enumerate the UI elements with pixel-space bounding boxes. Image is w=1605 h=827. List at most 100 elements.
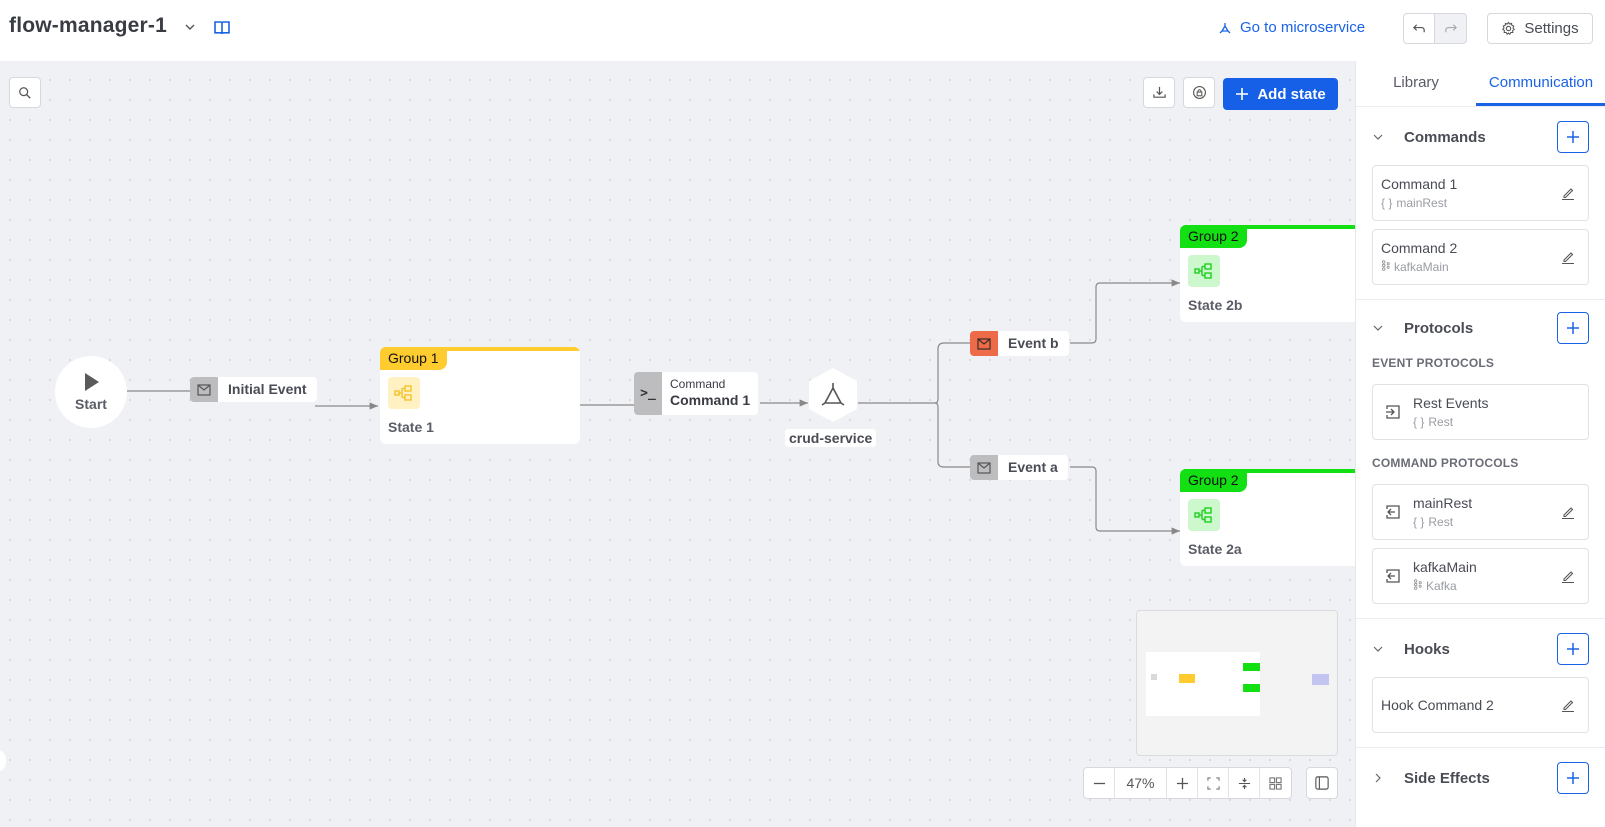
go-to-microservice-link[interactable]: Go to microservice xyxy=(1218,19,1365,36)
sidebar-icon xyxy=(1315,776,1329,790)
edit-hook-button[interactable] xyxy=(1548,698,1588,712)
command-protocol-item[interactable]: kafkaMain Kafka xyxy=(1372,548,1589,604)
add-state-label: Add state xyxy=(1257,85,1326,103)
command-protocol: kafkaMain xyxy=(1394,260,1449,274)
pencil-icon xyxy=(1562,700,1574,712)
fullscreen-icon xyxy=(1206,776,1220,790)
add-command-button[interactable] xyxy=(1557,121,1589,153)
state-label: State 2b xyxy=(1188,297,1243,313)
envelope-icon xyxy=(190,377,218,402)
edit-protocol-button[interactable] xyxy=(1548,505,1588,519)
command-protocol-item[interactable]: mainRest { } Rest xyxy=(1372,484,1589,540)
state-icon xyxy=(1188,499,1220,531)
redo-button[interactable] xyxy=(1435,13,1467,44)
lock-button[interactable] xyxy=(1183,77,1215,108)
command-name: Command 1 xyxy=(1381,176,1458,192)
chevron-down-icon[interactable] xyxy=(1372,322,1384,334)
logout-icon xyxy=(1373,504,1413,520)
minus-icon xyxy=(1093,782,1105,784)
braces-icon: { } xyxy=(1413,515,1425,529)
command-label: Command 1 xyxy=(670,392,751,408)
protocol-name: Rest Events xyxy=(1413,395,1489,411)
flow-canvas[interactable]: Add state Start Initial Event Group 1 St… xyxy=(0,61,1355,827)
tab-communication[interactable]: Communication xyxy=(1476,61,1605,106)
undo-redo-group xyxy=(1403,13,1467,44)
canvas-edge-handle[interactable] xyxy=(0,751,6,771)
communication-panel: Library Communication Commands Command 1… xyxy=(1355,61,1605,827)
kafka-icon xyxy=(1381,260,1390,274)
chevron-down-icon[interactable] xyxy=(1372,131,1384,143)
chevron-down-icon[interactable] xyxy=(1372,643,1384,655)
undo-icon xyxy=(1412,24,1425,33)
edge-microservice-to-event-b xyxy=(858,342,970,404)
envelope-icon xyxy=(970,455,998,480)
event-a-node[interactable]: Event a xyxy=(970,455,1068,480)
settings-button[interactable]: Settings xyxy=(1487,13,1593,44)
protocol-type: Rest xyxy=(1428,515,1454,529)
event-protocols-heading: EVENT PROTOCOLS xyxy=(1372,356,1495,370)
edge-event-a-to-state2a xyxy=(1070,466,1180,535)
minimap-node-state-2b xyxy=(1243,663,1260,671)
chevron-right-icon[interactable] xyxy=(1372,772,1384,784)
minimap-node-other xyxy=(1312,674,1329,685)
edit-command-button[interactable] xyxy=(1548,250,1588,264)
commands-section: Commands Command 1 { } mainRest Command 2… xyxy=(1356,107,1605,300)
plus-icon xyxy=(1236,88,1249,100)
add-hook-button[interactable] xyxy=(1557,633,1589,665)
state-label: State 1 xyxy=(388,419,434,435)
plus-icon xyxy=(1567,772,1579,784)
edit-command-button[interactable] xyxy=(1548,186,1588,200)
tab-library[interactable]: Library xyxy=(1356,61,1476,106)
commands-title: Commands xyxy=(1404,128,1486,146)
state-node-state-2a[interactable]: Group 2 State 2a xyxy=(1180,469,1355,566)
event-protocol-item[interactable]: Rest Events { } Rest xyxy=(1372,384,1589,440)
minimap-node-state-1 xyxy=(1179,674,1195,683)
state-icon xyxy=(1188,255,1220,287)
zoom-out-button[interactable] xyxy=(1084,768,1115,798)
hook-item[interactable]: Hook Command 2 xyxy=(1372,677,1589,733)
state-node-state-1[interactable]: Group 1 State 1 xyxy=(380,347,580,444)
zoom-in-button[interactable] xyxy=(1167,768,1198,798)
zoom-controls: 47% xyxy=(1083,767,1292,799)
command-item[interactable]: Command 1 { } mainRest xyxy=(1372,165,1589,221)
envelope-icon xyxy=(970,331,998,356)
add-side-effect-button[interactable] xyxy=(1557,762,1589,794)
microservice-node[interactable] xyxy=(808,367,858,423)
group-tag: Group 1 xyxy=(380,347,447,370)
add-protocol-button[interactable] xyxy=(1557,312,1589,344)
zoom-level: 47% xyxy=(1115,768,1167,798)
search-button[interactable] xyxy=(9,77,41,108)
undo-button[interactable] xyxy=(1403,13,1435,44)
add-state-button[interactable]: Add state xyxy=(1223,78,1338,110)
command-item[interactable]: Command 2 kafkaMain xyxy=(1372,229,1589,285)
pencil-icon xyxy=(1562,571,1574,583)
book-open-icon[interactable] xyxy=(213,19,231,37)
event-b-label: Event b xyxy=(1008,335,1059,351)
minimap[interactable] xyxy=(1136,610,1338,756)
download-button[interactable] xyxy=(1143,77,1175,108)
state-node-state-2b[interactable]: Group 2 State 2b xyxy=(1180,225,1355,322)
collapse-vertical-icon xyxy=(1238,777,1250,789)
plus-icon xyxy=(1567,643,1579,655)
flow-title[interactable]: flow-manager-1 xyxy=(9,14,167,38)
command-node[interactable]: >_ Command Command 1 xyxy=(634,372,759,415)
edit-protocol-button[interactable] xyxy=(1548,569,1588,583)
fit-view-button[interactable] xyxy=(1198,768,1229,798)
start-node[interactable]: Start xyxy=(55,356,127,428)
command-protocols-heading: COMMAND PROTOCOLS xyxy=(1372,456,1519,470)
grid-layout-button[interactable] xyxy=(1260,768,1291,798)
edge-microservice-to-event-a xyxy=(934,402,970,468)
command-protocol: mainRest xyxy=(1396,196,1448,210)
collapse-button[interactable] xyxy=(1229,768,1260,798)
edge-event-b-to-state2b xyxy=(1070,279,1180,344)
side-effects-title: Side Effects xyxy=(1404,769,1490,787)
braces-icon: { } xyxy=(1381,196,1393,210)
event-b-node[interactable]: Event b xyxy=(970,331,1069,356)
protocols-section: Protocols EVENT PROTOCOLS Rest Events { … xyxy=(1356,300,1605,619)
protocol-type: Kafka xyxy=(1426,579,1457,593)
go-to-microservice-label: Go to microservice xyxy=(1240,19,1366,36)
panel-tabs: Library Communication xyxy=(1356,61,1605,107)
initial-event-node[interactable]: Initial Event xyxy=(190,377,317,402)
chevron-down-icon[interactable] xyxy=(183,20,197,34)
toggle-sidebar-button[interactable] xyxy=(1306,767,1338,799)
